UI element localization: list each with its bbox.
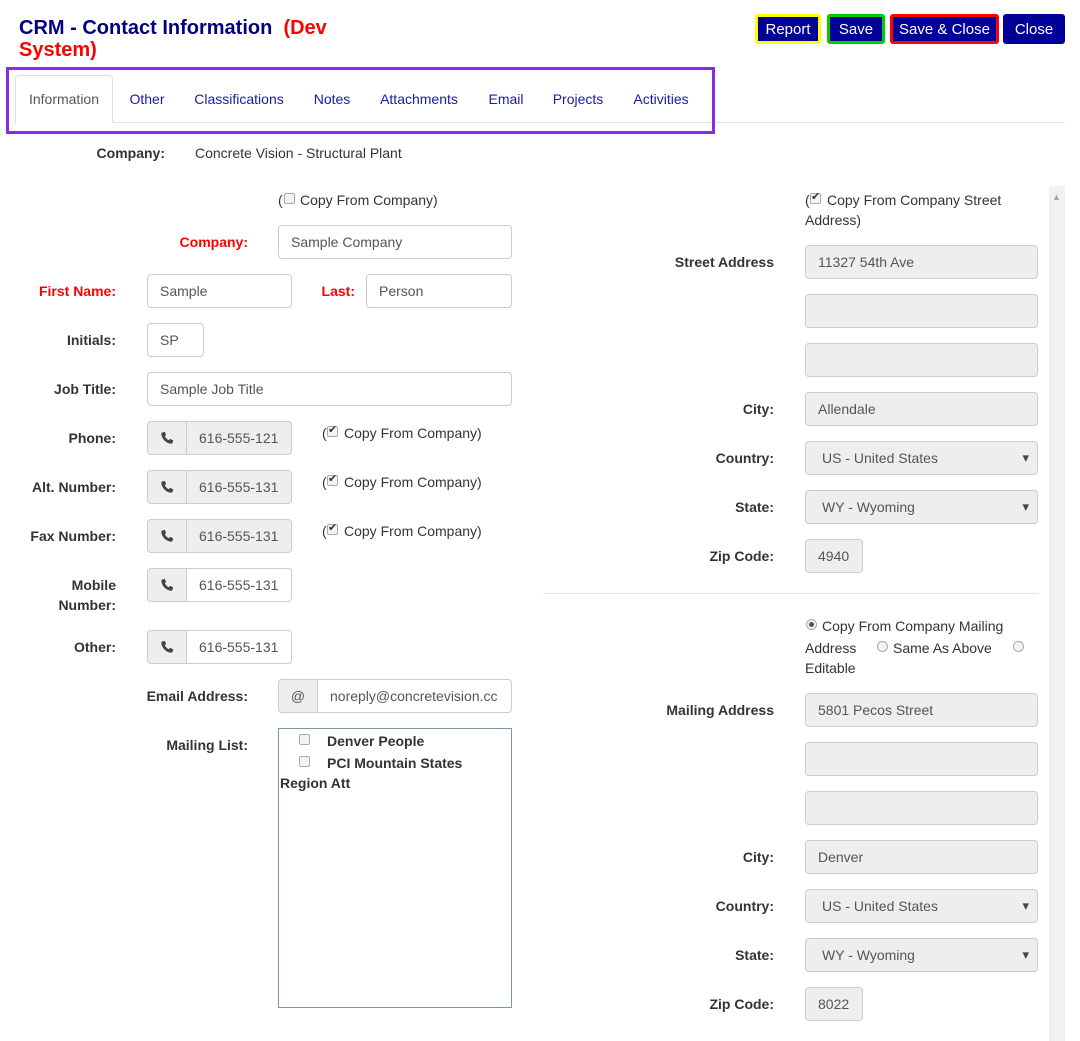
page-title: CRM - Contact Information (Dev System) [19, 17, 359, 61]
copy-prefix: ( [278, 192, 283, 208]
fax-phone-icon [147, 519, 187, 553]
street-copy-prefix: ( [805, 192, 810, 208]
mailing-list-label: Mailing List: [166, 737, 248, 753]
fax-copy-prefix: ( [322, 523, 327, 539]
fax-number-input[interactable]: 616-555-131 [186, 519, 292, 553]
fax-copy-label: Copy From Company) [344, 523, 482, 539]
vertical-scrollbar[interactable] [1049, 186, 1065, 1041]
initials-input[interactable]: SP [147, 323, 204, 357]
street-state-select[interactable]: WY - Wyoming [805, 490, 1038, 524]
mailing-editable-radio[interactable] [1013, 641, 1024, 652]
alt-number-label: Alt. Number: [32, 479, 116, 495]
mobile-label-line1: Mobile [71, 577, 116, 593]
street-country-label: Country: [715, 450, 774, 466]
company-row-value: Concrete Vision - Structural Plant [195, 145, 402, 161]
phone-label: Phone: [68, 430, 116, 446]
close-button[interactable]: Close [1003, 14, 1065, 44]
street-country-select[interactable]: US - United States [805, 441, 1038, 475]
other-number-input[interactable]: 616-555-131 [186, 630, 292, 664]
company-row-label: Company: [96, 145, 165, 161]
mailing-copy-label-line2: Address [805, 640, 857, 656]
phone-copy-checkbox[interactable] [327, 423, 338, 437]
alt-phone-icon [147, 470, 187, 504]
job-title-label: Job Title: [54, 381, 116, 397]
last-name-label: Last: [321, 283, 355, 299]
mailing-address-line2[interactable] [805, 742, 1038, 776]
report-button[interactable]: Report [755, 14, 821, 44]
mailing-list-checkbox-pci[interactable] [299, 756, 310, 767]
mobile-number-input[interactable]: 616-555-131 [186, 568, 292, 602]
street-copy-label-line2: Address) [805, 212, 862, 228]
mailing-same-radio[interactable] [877, 641, 888, 652]
email-address-label: Email Address: [146, 688, 248, 704]
initials-label: Initials: [66, 332, 116, 348]
at-sign-icon: @ [278, 679, 318, 713]
alt-copy-prefix: ( [322, 474, 327, 490]
street-copy-checkbox[interactable] [810, 190, 821, 204]
mailing-zip-label: Zip Code: [709, 996, 774, 1012]
first-name-input[interactable]: Sample [147, 274, 292, 308]
copy-from-company-label: Copy From Company) [300, 192, 438, 208]
mobile-label-line2: Number: [58, 597, 116, 613]
street-city-label: City: [742, 401, 774, 417]
mailing-copy-radio[interactable] [806, 619, 817, 630]
address-divider [543, 593, 1038, 594]
mailing-city-label: City: [742, 849, 774, 865]
street-address-line3[interactable] [805, 343, 1038, 377]
save-button[interactable]: Save [827, 14, 885, 44]
street-zip-label: Zip Code: [709, 548, 774, 564]
mailing-country-select[interactable]: US - United States [805, 889, 1038, 923]
mailing-state-select[interactable]: WY - Wyoming [805, 938, 1038, 972]
other-phone-icon [147, 630, 187, 664]
job-title-input[interactable]: Sample Job Title [147, 372, 512, 406]
first-name-label: First Name: [38, 283, 116, 299]
mailing-zip-input[interactable]: 8022 [805, 987, 863, 1021]
mobile-phone-icon [147, 568, 187, 602]
fax-copy-checkbox[interactable] [327, 521, 338, 535]
mailing-city-input[interactable]: Denver [805, 840, 1038, 874]
company-input[interactable]: Sample Company [278, 225, 512, 259]
phone-icon [147, 421, 187, 455]
mailing-copy-label-line1: Copy From Company Mailing [822, 618, 1004, 634]
last-name-input[interactable]: Person [366, 274, 512, 308]
phone-input[interactable]: 616-555-121 [186, 421, 292, 455]
save-close-button[interactable]: Save & Close [890, 14, 999, 44]
email-address-input[interactable]: noreply@concretevision.cc [317, 679, 512, 713]
phone-copy-prefix: ( [322, 425, 327, 441]
street-address-line1[interactable]: 11327 54th Ave [805, 245, 1038, 279]
mailing-address-line3[interactable] [805, 791, 1038, 825]
fax-number-label: Fax Number: [30, 528, 116, 544]
other-number-label: Other: [74, 639, 116, 655]
mailing-state-label: State: [735, 947, 774, 963]
phone-copy-label: Copy From Company) [344, 425, 482, 441]
street-city-input[interactable]: Allendale [805, 392, 1038, 426]
alt-copy-checkbox[interactable] [327, 472, 338, 486]
mailing-address-line1[interactable]: 5801 Pecos Street [805, 693, 1038, 727]
mailing-editable-label: Editable [805, 660, 856, 676]
mailing-country-label: Country: [715, 898, 774, 914]
tabs-highlight-outline [6, 67, 715, 134]
alt-number-input[interactable]: 616-555-131 [186, 470, 292, 504]
alt-copy-label: Copy From Company) [344, 474, 482, 490]
mailing-address-label: Mailing Address [666, 702, 774, 718]
street-state-label: State: [735, 499, 774, 515]
mailing-list-item-denver: Denver People [327, 733, 425, 749]
scroll-up-arrow-icon[interactable]: ▲ [1052, 192, 1061, 202]
street-address-label: Street Address [674, 254, 774, 270]
street-address-line2[interactable] [805, 294, 1038, 328]
mailing-list-checkbox-denver[interactable] [299, 734, 310, 745]
mailing-same-label: Same As Above [893, 640, 992, 656]
mailing-list-item-pci-wrap: Region Att [280, 775, 351, 791]
street-zip-input[interactable]: 4940 [805, 539, 863, 573]
street-copy-label-line1: Copy From Company Street [827, 192, 1002, 208]
company-label: Company: [179, 234, 248, 250]
mailing-list-item-pci: PCI Mountain States [327, 755, 463, 771]
copy-from-company-checkbox[interactable] [284, 193, 295, 204]
app-title: CRM - Contact Information [19, 17, 273, 39]
